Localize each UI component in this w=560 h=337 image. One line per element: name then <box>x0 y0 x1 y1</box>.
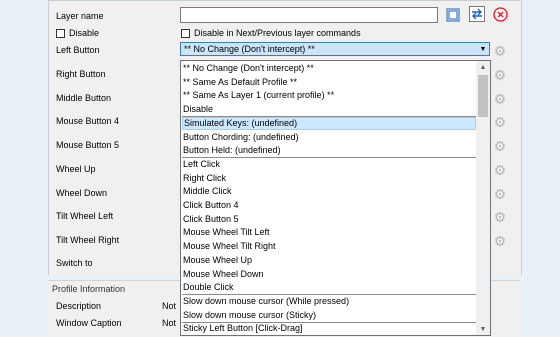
gear-icon[interactable]: ⚙ <box>492 91 508 107</box>
row-label-switch-to: Switch to <box>56 258 93 268</box>
scroll-thumb[interactable] <box>478 75 488 117</box>
row-label-left-button: Left Button <box>56 45 100 55</box>
row-label-wheel-down: Wheel Down <box>56 188 108 198</box>
description-value: Not <box>162 301 177 311</box>
action-dropdown-list[interactable]: ** No Change (Don't intercept) ** ** Same… <box>180 60 491 336</box>
dropdown-item[interactable]: ** No Change (Don't intercept) ** <box>182 62 476 76</box>
gear-icon[interactable]: ⚙ <box>492 67 508 83</box>
dropdown-item[interactable]: Mouse Wheel Tilt Left <box>182 226 476 240</box>
chevron-down-icon[interactable]: ▼ <box>477 43 489 55</box>
delete-layer-button[interactable] <box>492 6 508 22</box>
window-caption-label: Window Caption <box>56 318 122 328</box>
dropdown-item[interactable]: Mouse Wheel Up <box>182 254 476 268</box>
disable-checkbox[interactable] <box>56 29 65 38</box>
gear-icon[interactable]: ⚙ <box>492 209 508 225</box>
gear-icon[interactable]: ⚙ <box>492 162 508 178</box>
row-label-mouse-button-5: Mouse Button 5 <box>56 140 120 150</box>
row-label-tilt-wheel-left: Tilt Wheel Left <box>56 211 114 221</box>
profile-info-heading: Profile Information <box>52 284 126 294</box>
dropdown-item[interactable]: Mouse Wheel Down <box>182 268 476 282</box>
dropdown-item[interactable]: Middle Click <box>182 185 476 199</box>
dropdown-item[interactable]: Double Click <box>182 281 476 295</box>
copy-icon <box>446 8 460 22</box>
gear-icon[interactable]: ⚙ <box>492 186 508 202</box>
dropdown-item[interactable]: Click Button 4 <box>182 199 476 213</box>
layer-name-input[interactable] <box>180 7 438 23</box>
row-label-wheel-up: Wheel Up <box>56 164 96 174</box>
dropdown-item[interactable]: Mouse Wheel Tilt Right <box>182 240 476 254</box>
row-label-middle-button: Middle Button <box>56 93 112 103</box>
dropdown-item[interactable]: Slow down mouse cursor (Sticky) <box>182 309 476 323</box>
dropdown-item[interactable]: ** Same As Layer 1 (current profile) ** <box>182 89 476 103</box>
layer-name-label: Layer name <box>56 11 104 21</box>
gear-icon[interactable]: ⚙ <box>492 138 508 154</box>
swap-layer-button[interactable] <box>469 6 485 22</box>
row-label-right-button: Right Button <box>56 69 106 79</box>
dropdown-item[interactable]: Click Button 5 <box>182 213 476 227</box>
gear-icon[interactable]: ⚙ <box>492 233 508 249</box>
description-label: Description <box>56 301 102 311</box>
scroll-up-icon[interactable]: ▲ <box>476 61 490 73</box>
copy-layer-button[interactable] <box>445 7 461 23</box>
dropdown-item[interactable]: Button Chording: (undefined) <box>182 131 476 145</box>
tab-divider <box>48 0 520 1</box>
dropdown-item[interactable]: ** Same As Default Profile ** <box>182 76 476 90</box>
scroll-down-icon[interactable]: ▼ <box>476 323 490 335</box>
dropdown-item[interactable]: Slow down mouse cursor (While pressed) <box>182 295 476 309</box>
delete-icon <box>492 6 508 22</box>
dropdown-scrollbar[interactable]: ▲ ▼ <box>476 61 490 335</box>
dropdown-item[interactable]: Left Click <box>182 158 476 172</box>
dropdown-item[interactable]: Sticky Left Button [Click-Drag] <box>182 322 476 335</box>
dropdown-item[interactable]: Button Held: (undefined) <box>182 144 476 158</box>
left-button-action-combo[interactable]: ** No Change (Don't intercept) ** ▼ <box>180 42 490 56</box>
row-label-tilt-wheel-right: Tilt Wheel Right <box>56 235 120 245</box>
disable-label: Disable <box>69 28 100 38</box>
disable-nav-label: Disable in Next/Previous layer commands <box>194 28 361 38</box>
gear-icon[interactable]: ⚙ <box>492 43 508 59</box>
combo-selected-text: ** No Change (Don't intercept) ** <box>184 44 315 54</box>
window-caption-value: Not <box>162 318 177 328</box>
swap-icon <box>472 8 482 20</box>
dropdown-item[interactable]: Simulated Keys: (undefined) <box>182 116 476 131</box>
dropdown-item[interactable]: Disable <box>182 103 476 117</box>
disable-nav-checkbox[interactable] <box>181 29 190 38</box>
row-label-mouse-button-4: Mouse Button 4 <box>56 116 120 126</box>
dropdown-item[interactable]: Right Click <box>182 172 476 186</box>
gear-icon[interactable]: ⚙ <box>492 114 508 130</box>
